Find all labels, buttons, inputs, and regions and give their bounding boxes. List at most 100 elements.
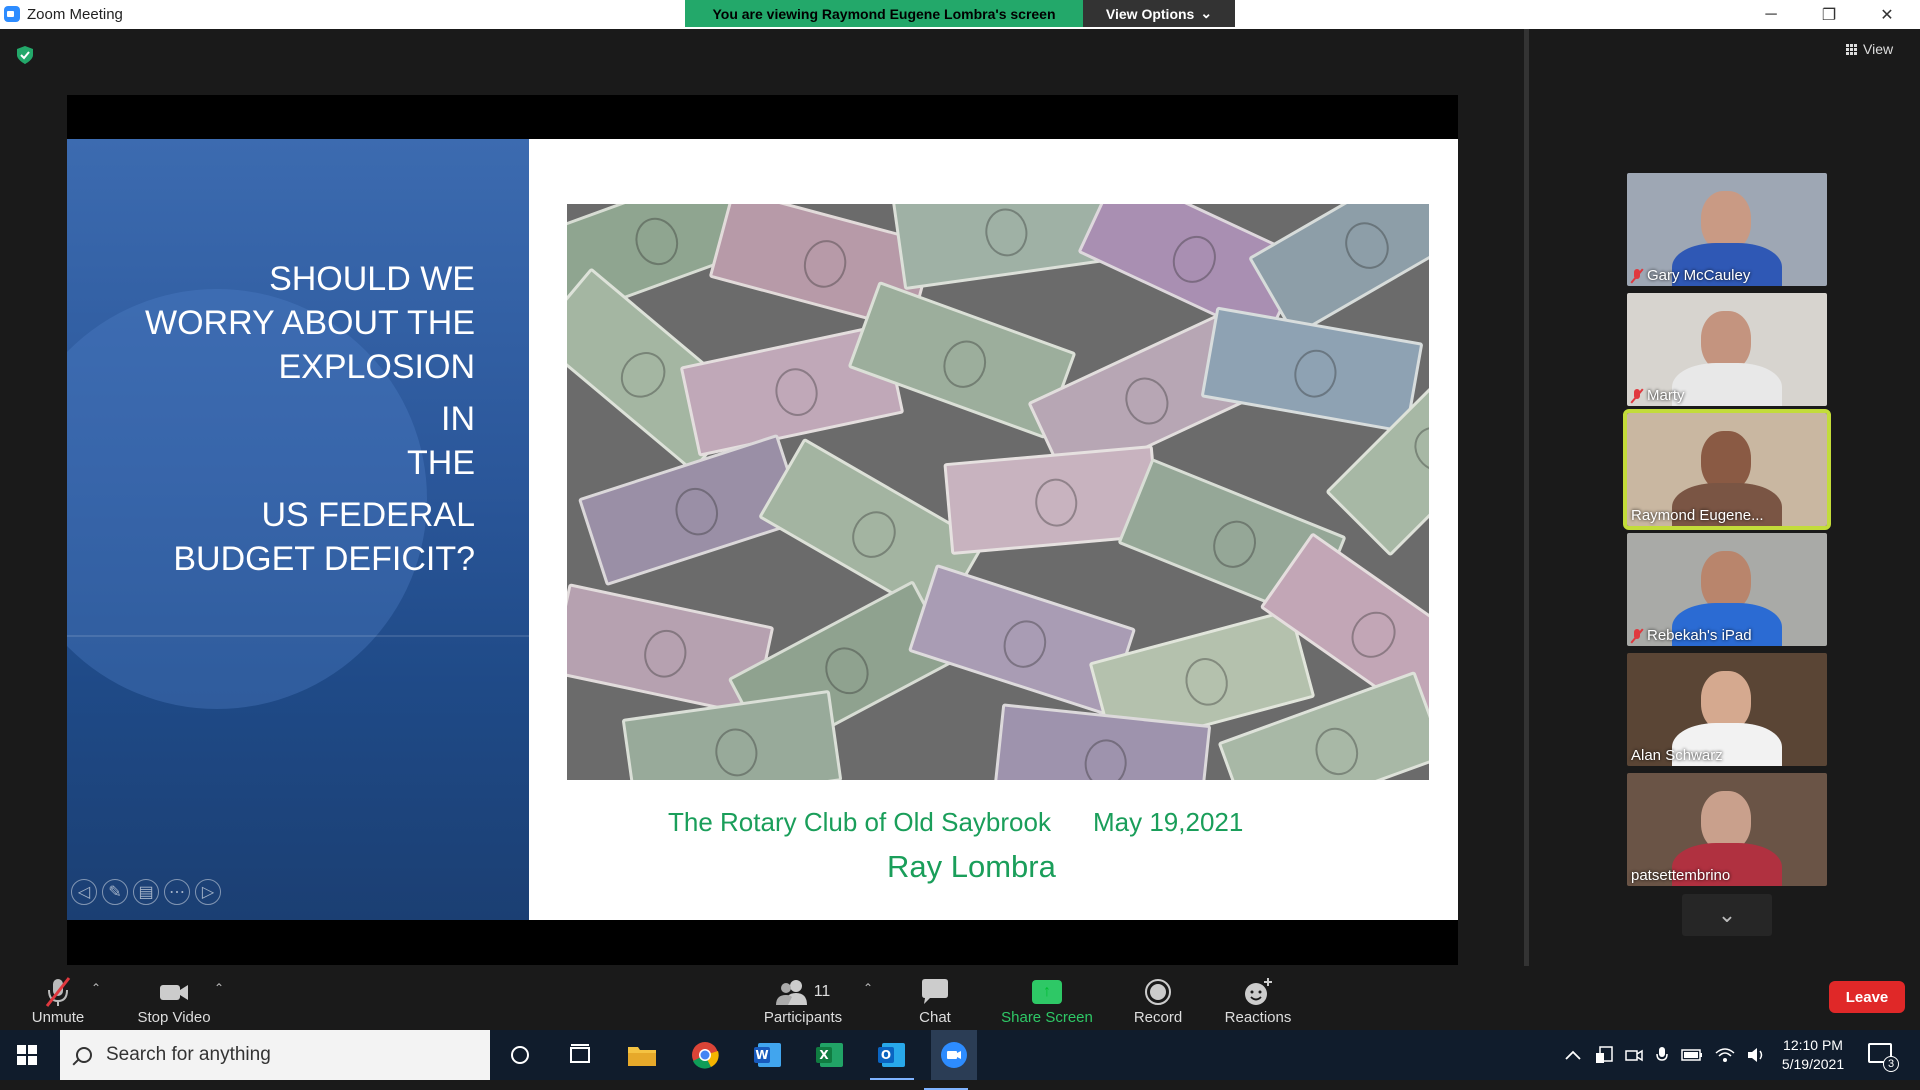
file-explorer-icon[interactable] [627, 1040, 657, 1070]
taskbar-search-box[interactable]: Search for anything [60, 1030, 490, 1080]
chevron-down-icon: ⌄ [1200, 5, 1213, 21]
slide-title-panel: SHOULD WE WORRY ABOUT THE EXPLOSION IN T… [67, 139, 529, 920]
participant-head [1701, 431, 1751, 491]
slide-title-line: IN [441, 400, 475, 438]
slides-grid-icon[interactable]: ▤ [133, 879, 159, 905]
zoom-app-icon [4, 6, 20, 22]
unmute-button[interactable]: Unmute [22, 967, 94, 1030]
minimize-button[interactable]: ─ [1742, 0, 1800, 29]
active-speaker-tile[interactable]: Raymond Eugene... [1623, 409, 1831, 530]
outlook-icon[interactable]: O [870, 1040, 914, 1080]
viewing-screen-banner: You are viewing Raymond Eugene Lombra's … [685, 0, 1083, 27]
pen-icon[interactable]: ✎ [102, 879, 128, 905]
dollar-bills-image [567, 204, 1429, 780]
security-shield-icon[interactable] [17, 46, 33, 64]
slide-presenter: Ray Lombra [887, 849, 1056, 884]
panel-divider[interactable] [1524, 29, 1529, 966]
cortana-icon[interactable] [505, 1040, 535, 1070]
chat-button[interactable]: Chat [910, 967, 960, 1030]
task-view-icon[interactable] [565, 1040, 595, 1070]
svg-text:X: X [819, 1048, 829, 1062]
participants-count: 11 [813, 983, 831, 1000]
chrome-icon[interactable] [690, 1040, 720, 1070]
slide-title-line: US FEDERAL [261, 496, 476, 534]
word-icon[interactable]: W [753, 1040, 783, 1070]
slide-organization: The Rotary Club of Old Saybrook [668, 807, 1051, 837]
reactions-button[interactable]: Reactions [1218, 967, 1298, 1030]
chevron-down-icon: ⌄ [1717, 902, 1737, 927]
slide-title-line: BUDGET DEFICIT? [173, 540, 475, 578]
window-titlebar: Zoom Meeting You are viewing Raymond Eug… [0, 0, 1920, 29]
close-icon: ✕ [1880, 6, 1894, 24]
zoom-taskbar-icon[interactable] [924, 1030, 977, 1090]
leave-meeting-button[interactable]: Leave [1829, 981, 1905, 1013]
excel-icon[interactable]: X [815, 1040, 845, 1070]
view-layout-button[interactable]: View [1846, 41, 1893, 57]
slide-title-line: WORRY ABOUT THE [144, 304, 475, 342]
notification-count-badge: 3 [1883, 1056, 1899, 1072]
view-options-button[interactable]: View Options ⌄ [1083, 0, 1235, 27]
taskbar-clock[interactable]: 12:10 PM 5/19/2021 [1773, 1036, 1853, 1074]
participant-tile[interactable]: Rebekah's iPad [1627, 533, 1827, 646]
participant-name: Raymond Eugene... [1631, 507, 1764, 524]
participant-head [1701, 551, 1751, 611]
windows-taskbar: Search for anything W X O 12:10 PM 5/19/… [0, 1030, 1920, 1090]
battery-icon[interactable] [1681, 1049, 1703, 1061]
slide-title: SHOULD WE WORRY ABOUT THE EXPLOSION IN T… [145, 257, 475, 581]
restore-button[interactable]: ❐ [1800, 0, 1858, 29]
wifi-icon[interactable] [1715, 1047, 1735, 1063]
speaker-icon[interactable] [1747, 1047, 1767, 1063]
participant-name: patsettembrino [1631, 867, 1731, 884]
reactions-label: Reactions [1224, 1009, 1292, 1026]
next-slide-icon[interactable]: ▷ [195, 879, 221, 905]
participant-tile[interactable]: Marty [1627, 293, 1827, 406]
participant-tile[interactable]: Gary McCauley [1627, 173, 1827, 286]
devices-icon[interactable] [1595, 1046, 1613, 1064]
share-screen-icon: ↑ [1032, 980, 1062, 1004]
participants-icon [775, 980, 807, 1005]
muted-microphone-icon [45, 977, 71, 1007]
close-button[interactable]: ✕ [1858, 0, 1916, 29]
chat-label: Chat [919, 1009, 951, 1026]
slide-title-line: EXPLOSION [278, 348, 475, 386]
record-button[interactable]: Record [1128, 967, 1188, 1030]
meeting-toolbar: Unmute ⌃ Stop Video ⌃ 11 Participants ⌃ … [0, 967, 1920, 1030]
search-icon [76, 1047, 92, 1063]
show-hidden-icons-icon[interactable] [1565, 1050, 1581, 1060]
presentation-slide: SHOULD WE WORRY ABOUT THE EXPLOSION IN T… [67, 139, 1458, 920]
video-options-caret[interactable]: ⌃ [214, 981, 224, 995]
windows-start-icon[interactable] [17, 1045, 37, 1065]
participants-label: Participants [763, 1009, 843, 1026]
slide-date: May 19,2021 [1093, 807, 1244, 837]
unmute-label: Unmute [31, 1009, 85, 1026]
system-tray [1565, 1030, 1767, 1080]
previous-slide-icon[interactable]: ◁ [71, 879, 97, 905]
participants-options-caret[interactable]: ⌃ [863, 981, 873, 995]
meet-now-icon[interactable] [1625, 1046, 1643, 1064]
more-options-icon[interactable]: ⋯ [164, 879, 190, 905]
participant-tile[interactable]: patsettembrino [1627, 773, 1827, 886]
share-screen-button[interactable]: ↑ Share Screen [997, 967, 1097, 1030]
stop-video-button[interactable]: Stop Video [130, 967, 218, 1030]
microphone-icon[interactable] [1655, 1046, 1669, 1064]
clock-date: 5/19/2021 [1781, 1056, 1845, 1072]
mic-muted-icon [1631, 268, 1643, 283]
svg-text:W: W [755, 1048, 768, 1062]
record-icon [1145, 979, 1171, 1005]
participant-name: Marty [1647, 387, 1685, 404]
search-placeholder: Search for anything [106, 1044, 271, 1065]
participants-button[interactable]: 11 Participants [756, 967, 850, 1030]
participant-head [1701, 191, 1751, 251]
mic-muted-icon [1631, 628, 1643, 643]
participant-tile[interactable]: Alan Schwarz [1627, 653, 1827, 766]
audio-options-caret[interactable]: ⌃ [91, 981, 101, 995]
more-participants-button[interactable]: ⌄ [1682, 894, 1772, 936]
mic-muted-icon [1631, 388, 1643, 403]
video-camera-icon [160, 985, 188, 1000]
participant-head [1701, 791, 1751, 851]
clock-time: 12:10 PM [1783, 1037, 1843, 1053]
view-label: View [1863, 41, 1894, 57]
svg-text:O: O [881, 1048, 891, 1062]
slide-title-line: SHOULD WE [269, 260, 475, 298]
restore-icon: ❐ [1821, 6, 1837, 24]
